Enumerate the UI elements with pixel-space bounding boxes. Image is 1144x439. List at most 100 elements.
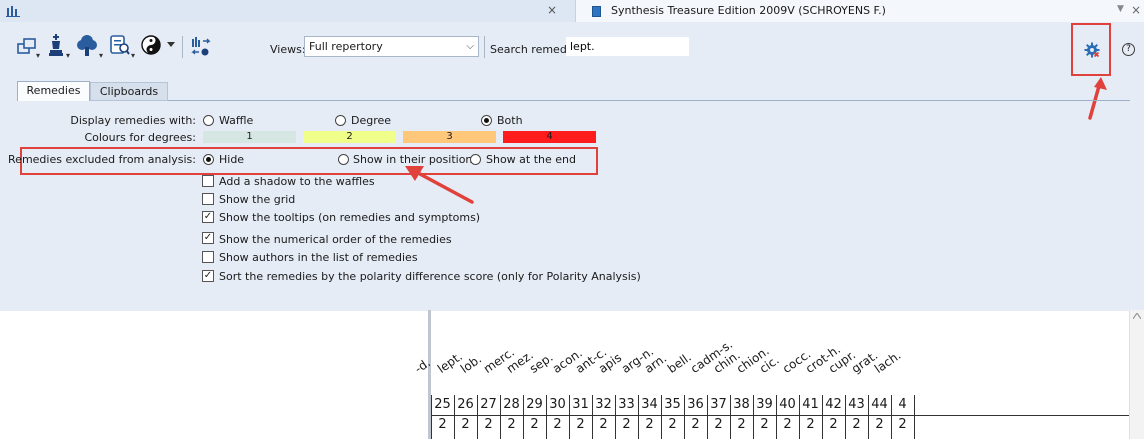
close-left-tab-icon[interactable]: × — [547, 3, 557, 17]
remedy-degree-value: 2 — [875, 417, 884, 432]
gear-icon[interactable] — [1084, 42, 1100, 58]
remedy-degree-value: 2 — [507, 417, 516, 432]
views-label: Views: — [270, 43, 306, 56]
remedy-degree-value: 2 — [783, 417, 792, 432]
annotation-arrow-excluded — [405, 166, 474, 204]
remedy-degree-value: 2 — [438, 417, 447, 432]
display-remedies-label: Display remedies with: — [70, 114, 196, 127]
chevron-down-icon[interactable]: ⌵ — [466, 41, 474, 52]
book-search-icon[interactable] — [108, 33, 130, 57]
king-dropdown-icon[interactable]: ▾ — [66, 51, 70, 60]
remedy-degree-value: 2 — [645, 417, 654, 432]
views-select-value: Full repertory — [309, 40, 383, 53]
remedy-order-number: 25 — [434, 397, 451, 412]
checkbox-tooltips-label: Show the tooltips (on remedies and sympt… — [219, 211, 481, 224]
checkbox-grid-label: Show the grid — [219, 193, 296, 206]
remedy-degree-value: 2 — [599, 417, 608, 432]
remedy-order-number: 27 — [480, 397, 497, 412]
radio-both[interactable] — [481, 115, 492, 126]
degree-2-swatch[interactable]: 2 — [303, 131, 396, 143]
toolbar-separator — [484, 36, 485, 58]
annotation-arrow-gear — [1088, 77, 1107, 120]
close-right-tab-icon[interactable]: × — [1131, 3, 1141, 17]
tab-menu-icon[interactable]: ▼ — [1117, 4, 1124, 14]
remedy-order-number: 41 — [802, 397, 819, 412]
windows-icon[interactable] — [16, 35, 38, 59]
remedy-degree-value: 2 — [576, 417, 585, 432]
checkbox-numerical-order-label: Show the numerical order of the remedies — [219, 233, 452, 246]
remedy-order-number: 35 — [664, 397, 681, 412]
colours-label: Colours for degrees: — [84, 131, 196, 144]
grid-row-line — [431, 415, 1129, 416]
remedy-degree-value: 2 — [461, 417, 470, 432]
grid-column-line — [914, 395, 915, 439]
remedy-order-number: 31 — [572, 397, 589, 412]
scroll-up-icon[interactable] — [1133, 313, 1141, 319]
remedy-order-number: 43 — [848, 397, 865, 412]
remedy-order-number: 29 — [526, 397, 543, 412]
remedy-degree-value: 2 — [898, 417, 907, 432]
book-icon — [592, 6, 601, 17]
tab-clipboards[interactable]: Clipboards — [90, 82, 168, 101]
remedy-degree-value: 2 — [806, 417, 815, 432]
checkbox-numerical-order[interactable]: ✓ — [202, 232, 214, 244]
remedy-order-number: 28 — [503, 397, 520, 412]
toolbar-separator — [182, 36, 183, 58]
windows-dropdown-icon[interactable]: ▾ — [36, 51, 40, 60]
search-remedy-label: Search remedy: — [490, 43, 577, 56]
remedy-order-number: 44 — [871, 397, 888, 412]
checkbox-tooltips[interactable]: ✓ — [202, 211, 214, 223]
remedy-order-number: 40 — [779, 397, 796, 412]
degree-1-swatch[interactable]: 1 — [203, 131, 296, 143]
checkbox-shadow[interactable] — [202, 175, 214, 187]
views-select[interactable]: Full repertory ⌵ — [304, 36, 479, 57]
search-remedy-input[interactable] — [566, 37, 689, 56]
remedy-degree-value: 2 — [714, 417, 723, 432]
remedy-degree-value: 2 — [668, 417, 677, 432]
checkbox-polarity-sort[interactable]: ✓ — [202, 270, 214, 282]
remedy-degree-value: 2 — [553, 417, 562, 432]
book-dropdown-icon[interactable]: ▾ — [131, 51, 135, 60]
radio-degree[interactable] — [335, 115, 346, 126]
remedy-degree-value: 2 — [484, 417, 493, 432]
remedy-order-number: 32 — [595, 397, 612, 412]
radio-show-position[interactable] — [338, 154, 349, 165]
degree-3-swatch[interactable]: 3 — [403, 131, 496, 143]
remedy-order-number: 39 — [756, 397, 773, 412]
tab-underline — [90, 100, 1130, 101]
remedy-order-number: 36 — [687, 397, 704, 412]
radio-waffle[interactable] — [203, 115, 214, 126]
remedy-order-number: 26 — [457, 397, 474, 412]
radio-show-end-label: Show at the end — [486, 153, 576, 166]
yin-yang-icon[interactable] — [140, 33, 162, 57]
remedy-degree-value: 2 — [691, 417, 700, 432]
chart-swap-icon[interactable] — [190, 35, 212, 59]
chart-bars-icon[interactable] — [6, 5, 20, 17]
help-icon[interactable]: ? — [1122, 43, 1135, 56]
remedy-degree-value: 2 — [737, 417, 746, 432]
remedy-order-number: 30 — [549, 397, 566, 412]
remedy-column-header[interactable]: lach. — [872, 348, 904, 376]
checkbox-grid[interactable] — [202, 193, 214, 205]
vertical-scrollbar[interactable] — [1129, 310, 1144, 439]
remedy-degree-value: 2 — [760, 417, 769, 432]
checkbox-authors[interactable] — [202, 251, 214, 263]
checkbox-authors-label: Show authors in the list of remedies — [219, 251, 418, 264]
tree-dropdown-icon[interactable]: ▾ — [99, 51, 103, 60]
checkbox-polarity-sort-label: Sort the remedies by the polarity differ… — [219, 270, 641, 283]
remedy-degree-value: 2 — [829, 417, 838, 432]
tree-icon[interactable] — [76, 33, 98, 57]
remedy-order-number: 34 — [641, 397, 658, 412]
radio-hide[interactable] — [203, 154, 214, 165]
chess-king-icon[interactable] — [45, 33, 67, 57]
radio-degree-label: Degree — [351, 114, 392, 127]
yin-yang-dropdown-icon[interactable] — [167, 42, 175, 48]
remedy-order-number: 42 — [825, 397, 842, 412]
degree-4-swatch[interactable]: 4 — [503, 131, 596, 143]
checkbox-shadow-label: Add a shadow to the waffles — [219, 175, 375, 188]
remedy-order-number: 4 — [898, 397, 907, 412]
tab-remedies[interactable]: Remedies — [17, 81, 90, 101]
radio-both-label: Both — [497, 114, 523, 127]
remedy-order-number: 38 — [733, 397, 750, 412]
remedy-order-number: 33 — [618, 397, 635, 412]
